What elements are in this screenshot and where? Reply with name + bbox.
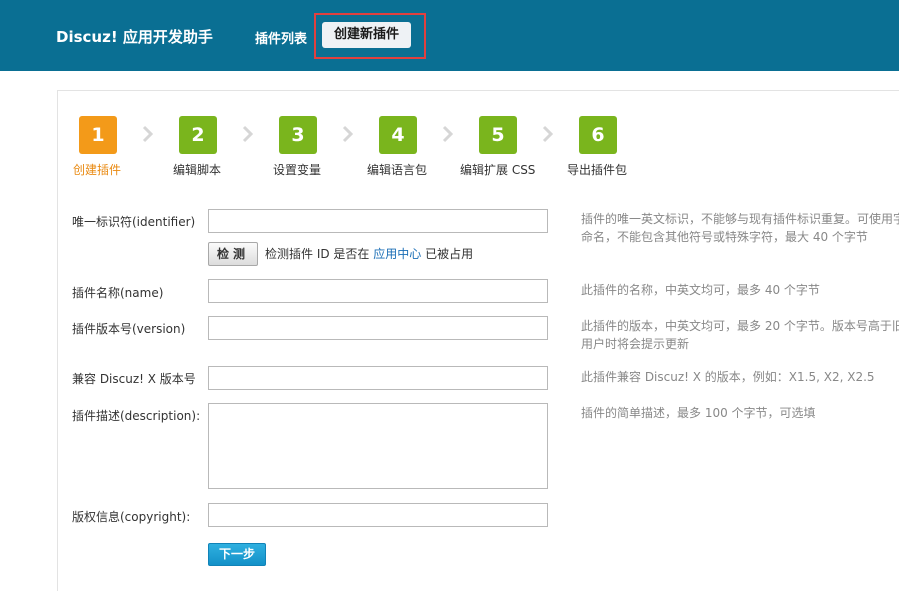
app-title: Discuz! 应用开发助手 <box>56 28 213 46</box>
step-4-label: 编辑语言包 <box>367 163 428 177</box>
step-3-label: 设置变量 <box>273 163 322 177</box>
nav-create-plugin[interactable]: 创建新插件 <box>322 22 411 48</box>
step-1-label: 创建插件 <box>73 163 122 177</box>
version-input[interactable] <box>208 316 548 340</box>
step-4-badge: 4 <box>379 116 417 154</box>
description-label: 插件描述(description): <box>72 409 201 423</box>
copyright-label: 版权信息(copyright): <box>72 510 191 524</box>
chevron-right-icon <box>342 125 354 143</box>
top-header: Discuz! 应用开发助手 插件列表 创建新插件 <box>0 0 899 71</box>
app-center-link[interactable]: 应用中心 <box>373 247 421 261</box>
chevron-right-icon <box>142 125 154 143</box>
copyright-input[interactable] <box>208 503 548 527</box>
step-1-badge: 1 <box>79 116 117 154</box>
version-hint-line2: 用户时将会提示更新 <box>581 337 690 351</box>
chevron-right-icon <box>542 125 554 143</box>
description-textarea[interactable] <box>208 403 548 489</box>
chevron-right-icon <box>242 125 254 143</box>
name-input[interactable] <box>208 279 548 303</box>
name-label: 插件名称(name) <box>72 286 164 300</box>
check-id-text: 检测插件 ID 是否在 应用中心 已被占用 <box>265 245 473 262</box>
check-id-button[interactable]: 检测 <box>208 242 258 266</box>
version-hint-line1: 此插件的版本，中英文均可，最多 20 个字节。版本号高于旧 <box>581 319 899 333</box>
step-6-label: 导出插件包 <box>567 163 628 177</box>
identifier-label: 唯一标识符(identifier) <box>72 215 196 229</box>
next-step-button[interactable]: 下一步 <box>208 543 266 566</box>
step-2-badge: 2 <box>179 116 217 154</box>
compat-label: 兼容 Discuz! X 版本号 <box>72 372 196 386</box>
step-5-label: 编辑扩展 CSS <box>460 163 536 177</box>
name-hint: 此插件的名称，中英文均可，最多 40 个字节 <box>581 283 820 297</box>
nav-plugin-list[interactable]: 插件列表 <box>255 28 307 47</box>
check-text-after: 已被占用 <box>425 247 474 261</box>
step-3-badge: 3 <box>279 116 317 154</box>
identifier-input[interactable] <box>208 209 548 233</box>
identifier-hint-line1: 插件的唯一英文标识，不能够与现有插件标识重复。可使用字 <box>581 212 899 226</box>
description-hint: 插件的简单描述，最多 100 个字节，可选填 <box>581 406 816 420</box>
step-2-label: 编辑脚本 <box>173 163 222 177</box>
check-text-before: 检测插件 ID 是否在 <box>265 247 370 261</box>
compat-hint: 此插件兼容 Discuz! X 的版本，例如：X1.5, X2, X2.5 <box>581 370 875 384</box>
compat-input[interactable] <box>208 366 548 390</box>
version-label: 插件版本号(version) <box>72 322 186 336</box>
chevron-right-icon <box>442 125 454 143</box>
step-6-badge: 6 <box>579 116 617 154</box>
identifier-hint-line2: 命名，不能包含其他符号或特殊字符，最大 40 个字节 <box>581 230 868 244</box>
step-5-badge: 5 <box>479 116 517 154</box>
